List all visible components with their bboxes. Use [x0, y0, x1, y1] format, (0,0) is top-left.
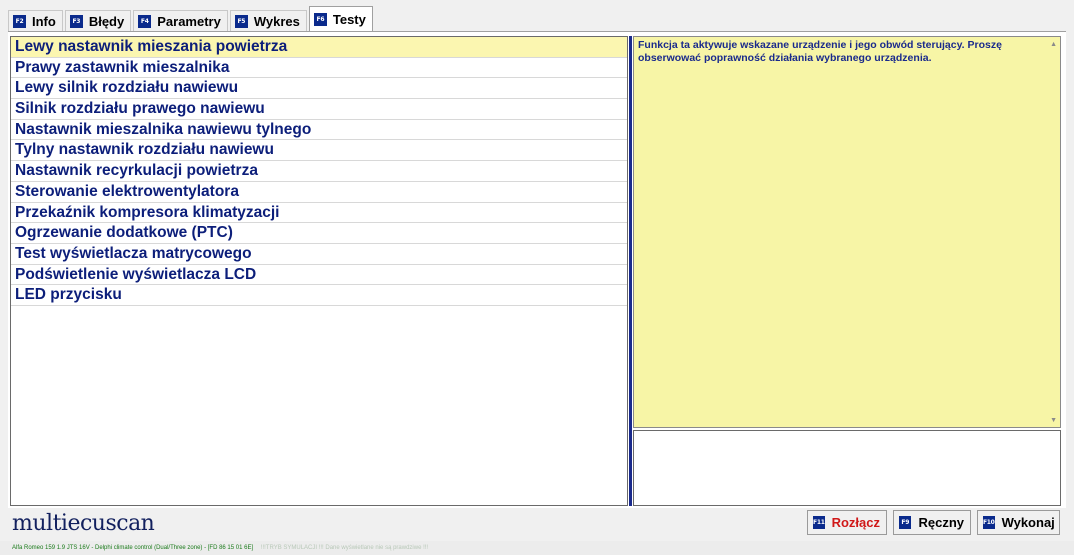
status-vehicle: Alfa Romeo 159 1.9 JTS 16V - Delphi clim…: [12, 545, 254, 551]
test-list-item[interactable]: Test wyświetlacza matrycowego: [11, 244, 627, 265]
tab-chart-label: Wykres: [253, 14, 300, 29]
tab-info[interactable]: F2 Info: [8, 10, 63, 32]
disconnect-button[interactable]: F11 Rozłącz: [807, 510, 887, 535]
f3-key-icon: F3: [69, 15, 83, 28]
manual-label: Ręczny: [918, 515, 964, 530]
description-text: Funkcja ta aktywuje wskazane urządzenie …: [638, 39, 1002, 64]
test-list-item[interactable]: Przekaźnik kompresora klimatyzacji: [11, 203, 627, 224]
test-list-item[interactable]: Silnik rozdziału prawego nawiewu: [11, 99, 627, 120]
f5-key-icon: F5: [234, 15, 248, 28]
tab-bar: F2 Info F3 Błędy F4 Parametry F5 Wykres …: [8, 6, 375, 32]
f10-key-icon: F10: [983, 516, 995, 529]
f9-key-icon: F9: [899, 516, 912, 529]
output-box: [633, 430, 1061, 506]
app-logo: multiecuscan: [12, 511, 155, 536]
disconnect-label: Rozłącz: [831, 515, 880, 530]
tab-parameters[interactable]: F4 Parametry: [133, 10, 228, 32]
test-list-item[interactable]: Ogrzewanie dodatkowe (PTC): [11, 223, 627, 244]
tab-tests[interactable]: F6 Testy: [308, 6, 373, 32]
description-box: Funkcja ta aktywuje wskazane urządzenie …: [633, 36, 1061, 428]
test-list[interactable]: Lewy nastawnik mieszania powietrza Prawy …: [10, 36, 628, 506]
execute-label: Wykonaj: [1001, 515, 1055, 530]
scroll-down-icon[interactable]: ▼: [1050, 417, 1057, 424]
manual-button[interactable]: F9 Ręczny: [893, 510, 971, 535]
test-list-item[interactable]: Tylny nastawnik rozdziału nawiewu: [11, 140, 627, 162]
execute-button[interactable]: F10 Wykonaj: [977, 510, 1060, 535]
tab-tests-label: Testy: [332, 12, 366, 27]
tab-errors[interactable]: F3 Błędy: [64, 10, 132, 32]
panel-splitter[interactable]: [629, 36, 632, 506]
tab-info-label: Info: [32, 14, 56, 29]
test-list-item[interactable]: Nastawnik mieszalnika nawiewu tylnego: [11, 120, 627, 141]
test-list-item[interactable]: LED przycisku: [11, 285, 627, 306]
tests-panel: Lewy nastawnik mieszania powietrza Prawy …: [8, 31, 1066, 508]
f4-key-icon: F4: [138, 15, 152, 28]
test-list-item[interactable]: Lewy nastawnik mieszania powietrza: [11, 37, 627, 58]
status-bar: Alfa Romeo 159 1.9 JTS 16V - Delphi clim…: [0, 541, 1074, 555]
f2-key-icon: F2: [13, 15, 26, 28]
tab-chart[interactable]: F5 Wykres: [229, 10, 307, 32]
description-scrollbar[interactable]: ▲ ▼: [1046, 37, 1060, 427]
scroll-up-icon[interactable]: ▲: [1050, 41, 1057, 48]
status-simulation: !!!TRYB SYMULACJI !!! Dane wyświetlane n…: [260, 545, 429, 551]
test-list-item[interactable]: Prawy zastawnik mieszalnika: [11, 58, 627, 79]
test-list-item[interactable]: Nastawnik recyrkulacji powietrza: [11, 161, 627, 182]
tab-errors-label: Błędy: [88, 14, 125, 29]
test-list-item[interactable]: Podświetlenie wyświetlacza LCD: [11, 265, 627, 286]
f11-key-icon: F11: [813, 516, 825, 529]
tab-parameters-label: Parametry: [157, 14, 221, 29]
test-list-item[interactable]: Sterowanie elektrowentylatora: [11, 182, 627, 203]
test-list-item[interactable]: Lewy silnik rozdziału nawiewu: [11, 78, 627, 100]
f6-key-icon: F6: [313, 13, 327, 26]
